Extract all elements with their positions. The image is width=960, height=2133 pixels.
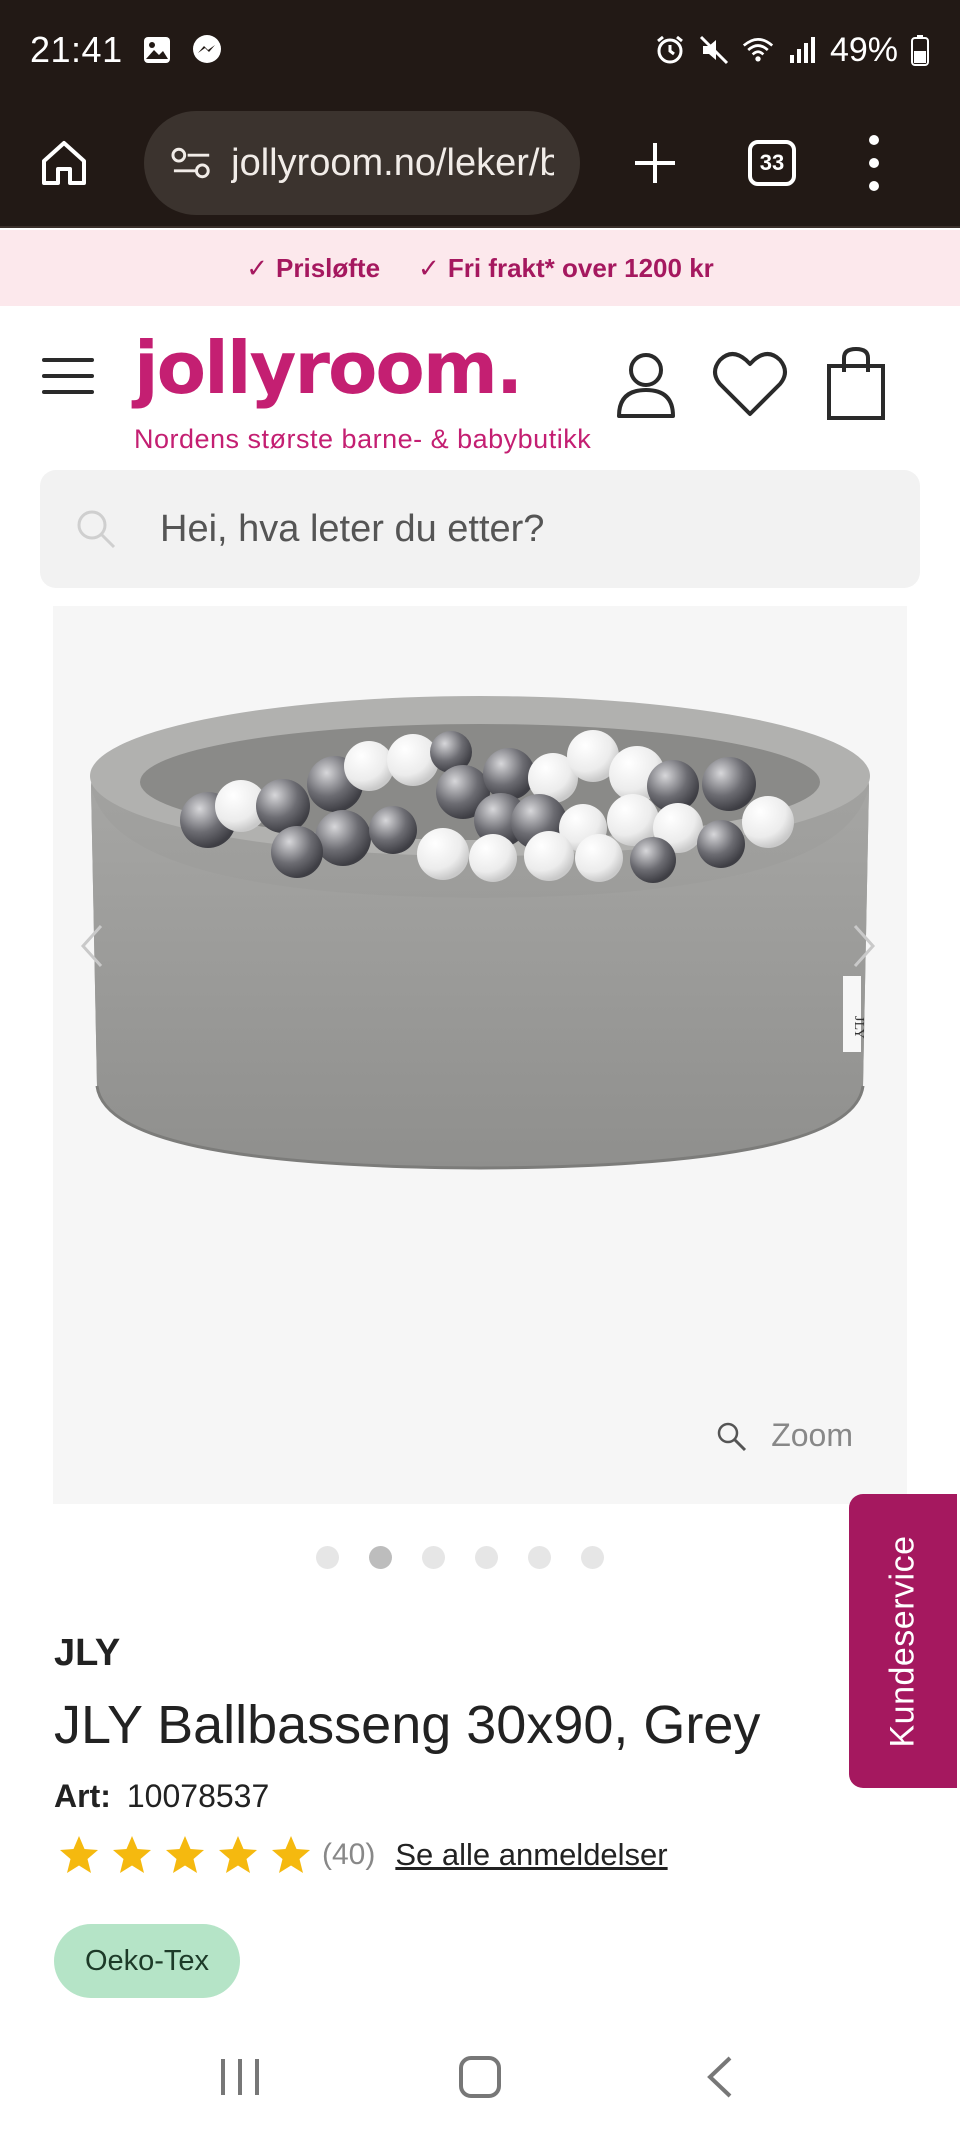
battery-percent: 49% [829, 30, 898, 69]
page: 21:41 49% jollyroom.no/leker/b 33 ✓ Pris… [0, 0, 960, 2133]
status-right: 49% [654, 31, 930, 70]
gallery-dot[interactable] [316, 1546, 339, 1569]
new-tab-button[interactable] [620, 123, 690, 203]
site-tagline: Nordens største barne- & babybutikk [134, 424, 592, 454]
cart-bag-icon[interactable] [826, 346, 886, 424]
back-button[interactable] [680, 2037, 760, 2117]
menu-icon[interactable] [42, 358, 94, 394]
mute-icon [698, 34, 730, 66]
star-icon [60, 1836, 98, 1873]
article-label: Art: [54, 1778, 111, 1814]
home-nav-icon [459, 2055, 501, 2098]
site-logo[interactable]: jollyroom. [134, 326, 523, 410]
menu-dot [869, 134, 879, 145]
messenger-icon [191, 34, 223, 66]
customer-service-tab[interactable]: Kundeservice [849, 1494, 957, 1788]
product-rating[interactable]: (40) Se alle anmeldelser [58, 1834, 668, 1876]
chevron-right-icon[interactable] [845, 906, 885, 986]
zoom-icon [717, 1422, 747, 1451]
home-nav-button[interactable] [440, 2037, 520, 2117]
battery-icon [910, 34, 930, 66]
gallery-dot[interactable] [422, 1546, 445, 1569]
site-settings-icon[interactable] [170, 143, 213, 183]
gallery-dot[interactable] [528, 1546, 551, 1569]
system-navigation-bar [0, 2020, 960, 2133]
product-image-ball-pit[interactable]: JLY [53, 606, 907, 1504]
gallery-dots [0, 1546, 940, 1569]
svg-text:JLY: JLY [851, 1016, 866, 1039]
search-icon [77, 510, 116, 549]
product-image-gallery[interactable]: JLY Zoom [53, 606, 907, 1504]
customer-service-label: Kundeservice [883, 1534, 922, 1748]
promo-banner: ✓ Prisløfte ✓ Fri frakt* over 1200 kr [0, 230, 960, 306]
promo-text: Fri frakt* over 1200 kr [447, 252, 714, 283]
home-icon [42, 141, 86, 185]
gallery-icon [141, 34, 173, 66]
menu-dot [869, 157, 879, 168]
browser-toolbar: jollyroom.no/leker/b 33 [0, 100, 960, 228]
check-icon: ✓ [418, 252, 440, 283]
back-icon [707, 2056, 732, 2097]
plus-icon [635, 143, 675, 183]
star-icon [219, 1836, 257, 1873]
star-icon [272, 1836, 310, 1873]
promo-item: ✓ Fri frakt* over 1200 kr [418, 253, 714, 284]
alarm-icon [654, 34, 686, 66]
article-value: 10078537 [126, 1778, 270, 1814]
signal-icon [786, 34, 818, 66]
product-brand[interactable]: JLY [54, 1632, 120, 1675]
browser-menu-button[interactable] [864, 128, 884, 198]
search-bar[interactable] [40, 470, 920, 588]
status-bar: 21:41 49% [0, 0, 960, 100]
home-button[interactable] [24, 123, 104, 203]
product-title: JLY Ballbasseng 30x90, Grey [54, 1695, 761, 1755]
site-header: jollyroom. Nordens største barne- & baby… [0, 306, 960, 466]
gallery-dot-active[interactable] [369, 1546, 392, 1569]
all-reviews-link[interactable]: Se alle anmeldelser [395, 1837, 667, 1873]
search-input[interactable] [160, 507, 860, 551]
rating-count: (40) [322, 1838, 376, 1871]
check-icon: ✓ [246, 252, 269, 283]
promo-text: Prisløfte [276, 252, 381, 283]
zoom-label: Zoom [771, 1417, 853, 1453]
status-left: 21:41 [30, 29, 223, 71]
address-bar[interactable]: jollyroom.no/leker/b [144, 111, 580, 215]
rating-stars [58, 1834, 312, 1876]
oeko-tex-badge[interactable]: Oeko-Tex [54, 1924, 240, 1998]
zoom-button[interactable]: Zoom [715, 1417, 853, 1454]
star-icon [166, 1836, 204, 1873]
star-icon [113, 1836, 151, 1873]
wifi-icon [742, 34, 774, 66]
wishlist-heart-icon[interactable] [712, 350, 788, 420]
gallery-dot[interactable] [581, 1546, 604, 1569]
article-number: Art: 10078537 [54, 1778, 269, 1815]
menu-dot [869, 181, 879, 192]
status-time: 21:41 [30, 29, 123, 70]
tab-switcher-button[interactable]: 33 [748, 140, 796, 186]
chevron-left-icon[interactable] [71, 906, 111, 986]
recents-button[interactable] [200, 2037, 280, 2117]
account-icon[interactable] [614, 350, 678, 420]
recents-icon [221, 2058, 259, 2095]
promo-item: ✓ Prisløfte [246, 253, 380, 284]
gallery-dot[interactable] [475, 1546, 498, 1569]
url-text: jollyroom.no/leker/b [231, 141, 554, 184]
